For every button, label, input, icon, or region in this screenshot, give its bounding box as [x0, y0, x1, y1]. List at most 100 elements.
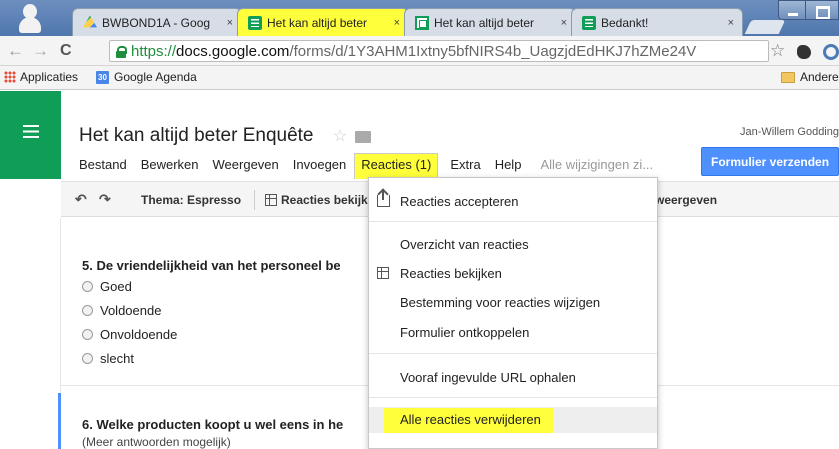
tab-title: Het kan altijd beter: [434, 15, 535, 30]
menuitem-vooraf-ingevulde-url[interactable]: Vooraf ingevulde URL ophalen: [369, 364, 657, 390]
menu-invoegen[interactable]: Invoegen: [293, 153, 347, 179]
menuitem-label: Reacties bekijken: [400, 265, 502, 281]
tab-close-icon[interactable]: ×: [227, 17, 233, 29]
question-6-title[interactable]: 6. Welke producten koopt u wel eens in h…: [82, 417, 343, 432]
menuitem-bestemming-wijzigen[interactable]: Bestemming voor reacties wijzigen: [369, 289, 657, 315]
extension-icon[interactable]: [823, 44, 839, 60]
forms-header: Het kan altijd beter Enquête ☆ Jan-Wille…: [0, 91, 839, 179]
send-form-button[interactable]: Formulier verzenden: [701, 147, 839, 176]
tab-close-icon[interactable]: ×: [728, 17, 734, 29]
menu-separator: [369, 397, 657, 398]
radio-button[interactable]: [82, 329, 93, 340]
user-name[interactable]: Jan-Willem Godding: [740, 126, 839, 138]
folder-icon: [781, 71, 795, 83]
browser-tab-bwbond[interactable]: BWBOND1A - Goog ×: [72, 8, 242, 36]
document-title[interactable]: Het kan altijd beter Enquête: [79, 125, 314, 147]
option-voldoende[interactable]: Voldoende: [82, 303, 161, 318]
menuitem-overzicht-van-reacties[interactable]: Overzicht van reacties: [369, 231, 657, 257]
spreadsheet-grid-icon: [377, 267, 389, 279]
menuitem-label: Reacties accepteren: [400, 193, 519, 209]
menu-help[interactable]: Help: [495, 153, 522, 179]
forms-icon: [248, 15, 262, 30]
maximize-button[interactable]: [806, 0, 839, 20]
bookmarks-bar: Applicaties 30 Google Agenda Andere bla: [0, 66, 839, 90]
menuitem-label: Alle reacties verwijderen: [384, 407, 553, 433]
option-onvoldoende[interactable]: Onvoldoende: [82, 327, 177, 342]
bookmark-other[interactable]: Andere bla: [781, 70, 839, 84]
back-arrow-icon[interactable]: ←: [7, 41, 24, 61]
minimize-button[interactable]: [778, 0, 806, 20]
bookmark-label: Andere bla: [800, 70, 839, 84]
tab-title: BWBOND1A - Goog: [102, 15, 211, 30]
menuitem-reacties-bekijken[interactable]: Reacties bekijken: [369, 260, 657, 286]
address-bar[interactable]: https:// docs.google.com /forms/d/1Y3AHM…: [109, 40, 769, 62]
url-path: /forms/d/1Y3AHM1Ixtny5bfNIRS4b_UagzjdEdH…: [289, 42, 697, 60]
browser-tab-sheets[interactable]: Het kan altijd beter ×: [404, 8, 576, 36]
option-label: Voldoende: [100, 303, 162, 318]
reacties-dropdown-menu: Reacties accepteren Overzicht van reacti…: [368, 177, 658, 449]
reload-icon[interactable]: C: [60, 41, 72, 61]
menu-extra[interactable]: Extra: [450, 153, 480, 179]
tab-close-icon[interactable]: ×: [394, 17, 400, 29]
question-5-title[interactable]: 5. De vriendelijkheid van het personeel …: [82, 258, 341, 273]
selected-question-marker: [58, 393, 61, 449]
view-responses-label: Reacties bekijk: [281, 193, 368, 207]
redo-icon[interactable]: ↷: [99, 191, 111, 208]
bookmark-google-agenda[interactable]: 30 Google Agenda: [96, 70, 197, 84]
profile-avatar-icon[interactable]: [18, 4, 42, 33]
theme-button[interactable]: Thema: Espresso: [141, 193, 241, 207]
drive-icon: [83, 15, 97, 28]
bookmark-applicaties[interactable]: Applicaties: [4, 70, 78, 84]
window-controls: [778, 0, 839, 20]
sheets-icon: [415, 15, 429, 30]
bookmark-label: Google Agenda: [114, 70, 197, 84]
forward-arrow-icon[interactable]: →: [32, 41, 49, 61]
autosave-status: Alle wijzigingen zi...: [540, 157, 654, 172]
new-tab-button[interactable]: [744, 20, 786, 34]
forms-icon: [582, 15, 596, 30]
browser-tab-forms-active[interactable]: Het kan altijd beter ×: [237, 8, 409, 36]
star-icon[interactable]: ☆: [333, 126, 347, 146]
option-goed[interactable]: Goed: [82, 279, 132, 294]
menu-separator: [369, 221, 657, 222]
menu-bestand[interactable]: Bestand: [79, 153, 127, 179]
menuitem-label: Formulier ontkoppelen: [400, 324, 530, 340]
menuitem-alle-reacties-verwijderen[interactable]: Alle reacties verwijderen: [369, 407, 657, 433]
menuitem-label: Bestemming voor reacties wijzigen: [400, 294, 601, 310]
undo-icon[interactable]: ↶: [75, 191, 87, 208]
view-live-form-button[interactable]: weergeven: [655, 193, 717, 207]
option-slecht[interactable]: slecht: [82, 351, 134, 366]
menuitem-label: Overzicht van reacties: [400, 236, 529, 252]
apps-icon: [4, 71, 16, 83]
extension-evernote-icon[interactable]: [797, 45, 811, 59]
bookmark-star-icon[interactable]: ☆: [770, 41, 785, 61]
radio-button[interactable]: [82, 305, 93, 316]
forms-logo-icon[interactable]: [0, 91, 61, 179]
menuitem-label: Vooraf ingevulde URL ophalen: [400, 369, 576, 385]
question-6-help: (Meer antwoorden mogelijk): [82, 435, 231, 449]
option-label: Onvoldoende: [100, 327, 178, 342]
menu-weergeven[interactable]: Weergeven: [213, 153, 279, 179]
accept-responses-icon: [377, 191, 390, 207]
radio-button[interactable]: [82, 281, 93, 292]
menuitem-reacties-accepteren[interactable]: Reacties accepteren: [369, 188, 657, 214]
browser-tab-strip: BWBOND1A - Goog × Het kan altijd beter ×…: [0, 0, 839, 36]
tab-title: Bedankt!: [601, 15, 649, 30]
url-host: docs.google.com: [176, 42, 290, 60]
left-gutter: [0, 218, 61, 449]
radio-button[interactable]: [82, 353, 93, 364]
menuitem-formulier-ontkoppelen[interactable]: Formulier ontkoppelen: [369, 319, 657, 345]
calendar-icon: 30: [96, 70, 109, 84]
spreadsheet-grid-icon: [265, 194, 277, 206]
tab-close-icon[interactable]: ×: [561, 17, 567, 29]
menu-bewerken[interactable]: Bewerken: [141, 153, 199, 179]
menu-reacties[interactable]: Reacties (1): [354, 153, 439, 179]
bookmark-label: Applicaties: [20, 70, 79, 84]
option-label: Goed: [100, 279, 132, 294]
folder-icon[interactable]: [355, 131, 371, 143]
menu-separator: [369, 353, 657, 354]
option-label: slecht: [100, 351, 134, 366]
browser-tab-bedankt[interactable]: Bedankt! ×: [571, 8, 743, 36]
view-responses-button[interactable]: Reacties bekijk: [265, 193, 368, 207]
browser-toolbar: ← → C https:// docs.google.com /forms/d/…: [0, 36, 839, 66]
